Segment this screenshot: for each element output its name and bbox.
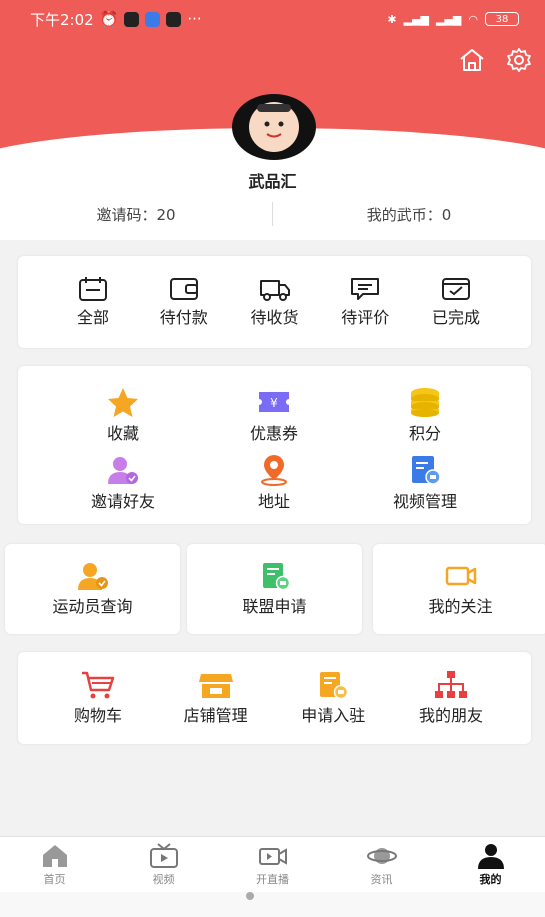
capcut-icon	[166, 11, 182, 27]
service-video-management[interactable]: 视频管理	[365, 454, 485, 512]
nav-video-label: 视频	[152, 872, 175, 886]
service-coupons-label: 优惠券	[249, 424, 298, 443]
signal-icon-2: ▂▄▆	[436, 12, 462, 26]
order-completed-label: 已完成	[431, 308, 480, 327]
check-box-icon	[442, 278, 470, 300]
cart-icon	[82, 671, 115, 699]
service-points[interactable]: 积分	[365, 386, 485, 444]
nav-news-label: 资讯	[370, 872, 393, 886]
avatar[interactable]	[232, 94, 316, 160]
order-pending-receipt[interactable]: 待收货	[245, 276, 305, 328]
tool-apply-join[interactable]: 申请入驻	[283, 670, 383, 726]
nav-home-label: 首页	[43, 872, 66, 886]
nav-live[interactable]: 开直播	[218, 837, 327, 892]
page-indicator-dot	[246, 892, 254, 900]
nav-home[interactable]: 首页	[0, 837, 109, 892]
location-icon	[261, 455, 287, 486]
tool-my-friends[interactable]: 我的朋友	[401, 670, 501, 726]
service-address-label: 地址	[257, 492, 290, 511]
status-bar: 下午2:02 ⏰ ··· ✱ ▂▄▆ ▂▄▆ ◠ 38	[0, 0, 545, 38]
service-invite-friends-label: 邀请好友	[90, 492, 155, 511]
order-all-label: 全部	[76, 308, 109, 327]
apply-icon	[320, 672, 349, 700]
signal-icon: ▂▄▆	[403, 12, 429, 26]
order-pending-receipt-label: 待收货	[250, 308, 299, 327]
star-icon	[108, 388, 138, 417]
tiktok-icon	[124, 11, 140, 27]
gear-icon[interactable]	[505, 46, 533, 74]
alliance-icon	[262, 563, 290, 591]
nav-mine[interactable]: 我的	[436, 837, 545, 892]
tool-cart[interactable]: 购物车	[48, 670, 148, 726]
tile-my-follows-label: 我的关注	[428, 597, 493, 616]
status-time: 下午2:02	[30, 10, 94, 29]
order-pending-payment-label: 待付款	[159, 308, 208, 327]
nav-live-label: 开直播	[256, 872, 289, 886]
coupon-icon: ¥	[259, 392, 289, 412]
tile-athlete-query-label: 运动员查询	[52, 597, 133, 616]
service-coupons[interactable]: ¥ 优惠券	[214, 386, 334, 444]
my-coins[interactable]: 我的武币：0	[273, 204, 545, 225]
battery-level: 38	[495, 13, 509, 25]
stats-row: 邀请码：20 我的武币：0	[0, 196, 545, 232]
bluetooth-icon: ✱	[387, 12, 397, 26]
order-pending-review[interactable]: 待评价	[335, 276, 395, 328]
shop-icon	[198, 674, 233, 698]
service-favorites[interactable]: 收藏	[63, 386, 183, 444]
svg-text:¥: ¥	[270, 396, 278, 410]
nav-news[interactable]: 资讯	[327, 837, 436, 892]
order-all[interactable]: 全部	[63, 276, 123, 328]
live-camera-icon	[258, 847, 287, 865]
more-notifications-icon: ···	[187, 10, 202, 28]
tool-shop-management[interactable]: 店铺管理	[166, 670, 266, 726]
service-favorites-label: 收藏	[106, 424, 139, 443]
tile-alliance-apply-label: 联盟申请	[242, 597, 307, 616]
comment-icon	[351, 278, 380, 300]
video-doc-icon	[412, 456, 441, 485]
home-icon	[42, 844, 67, 867]
camera-icon	[445, 566, 476, 586]
network-icon	[434, 671, 467, 698]
order-pending-review-label: 待评价	[341, 308, 390, 327]
tool-apply-join-label: 申请入驻	[301, 706, 366, 725]
avatar-cartoon	[249, 102, 299, 152]
truck-icon	[259, 280, 290, 301]
invite-code[interactable]: 邀请码：20	[0, 204, 272, 225]
battery-icon: 38	[485, 12, 519, 26]
tv-icon	[149, 842, 178, 868]
service-address[interactable]: 地址	[214, 454, 334, 512]
add-friend-icon	[108, 457, 138, 484]
service-video-management-label: 视频管理	[392, 492, 457, 511]
calendar-icon	[79, 277, 107, 301]
services-card: 收藏 ¥ 优惠券 积分 邀请好友 地址 视频管理	[18, 366, 531, 524]
tile-alliance-apply[interactable]: 联盟申请	[187, 544, 362, 634]
app-notify-icon	[145, 11, 161, 27]
tool-my-friends-label: 我的朋友	[418, 706, 483, 725]
alarm-icon: ⏰	[99, 10, 119, 28]
home-icon[interactable]	[458, 46, 486, 74]
user-name: 武品汇	[248, 172, 297, 191]
bottom-nav: 首页 视频 开直播 资讯 我的	[0, 836, 545, 892]
order-completed[interactable]: 已完成	[426, 276, 486, 328]
tool-shop-management-label: 店铺管理	[183, 706, 248, 725]
service-invite-friends[interactable]: 邀请好友	[63, 454, 183, 512]
service-points-label: 积分	[408, 424, 441, 443]
tile-athlete-query[interactable]: 运动员查询	[5, 544, 180, 634]
coins-icon	[411, 388, 439, 417]
wifi-icon: ◠	[468, 12, 478, 26]
orders-card: 全部 待付款 待收货 待评价 已完成	[18, 256, 531, 348]
nav-video[interactable]: 视频	[109, 837, 218, 892]
person-icon	[477, 843, 504, 869]
order-pending-payment[interactable]: 待付款	[154, 276, 214, 328]
nav-mine-label: 我的	[479, 872, 502, 886]
athlete-icon	[77, 563, 108, 590]
tools-card: 购物车 店铺管理 申请入驻 我的朋友	[18, 652, 531, 744]
planet-icon	[366, 847, 397, 864]
tool-cart-label: 购物车	[73, 706, 122, 725]
wallet-icon	[169, 278, 198, 300]
system-gesture-bar	[0, 892, 545, 917]
tile-my-follows[interactable]: 我的关注	[373, 544, 545, 634]
